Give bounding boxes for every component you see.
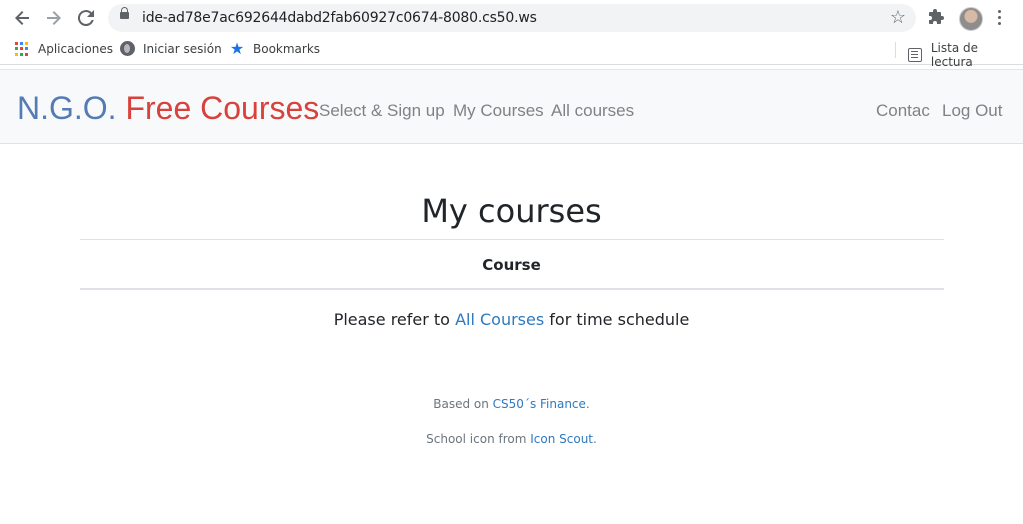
browser-toolbar: ide-ad78e7ac692644dabd2fab60927c0674-808… bbox=[0, 0, 1023, 36]
brand-ngo: N.G.O. bbox=[17, 90, 117, 126]
page-title: My courses bbox=[421, 192, 602, 230]
url-text: ide-ad78e7ac692644dabd2fab60927c0674-808… bbox=[142, 10, 537, 26]
cs50-finance-link[interactable]: CS50´s Finance bbox=[493, 397, 586, 411]
refer-suffix: for time schedule bbox=[549, 310, 690, 329]
footer-line1-prefix: Based on bbox=[433, 397, 489, 411]
bookmark-signin-label: Iniciar sesión bbox=[143, 41, 222, 56]
bookmarks-bar: Aplicaciones Iniciar sesión ★ Bookmarks … bbox=[0, 36, 1023, 69]
back-arrow-icon[interactable] bbox=[12, 8, 32, 28]
reading-list-label: Lista de lectura bbox=[930, 41, 979, 69]
reading-list-icon bbox=[907, 48, 922, 62]
bookmarks-divider bbox=[895, 42, 896, 58]
kebab-menu-icon[interactable] bbox=[998, 10, 1002, 26]
apps-grid-icon bbox=[14, 41, 30, 57]
puzzle-icon[interactable] bbox=[929, 9, 945, 25]
lock-icon bbox=[120, 7, 129, 19]
footer-line1-suffix: . bbox=[585, 397, 590, 411]
refer-prefix: Please refer to bbox=[333, 310, 450, 329]
navbar: N.G.O. Free Courses Select & Sign up My … bbox=[0, 69, 1023, 144]
globe-icon bbox=[120, 41, 135, 56]
nav-logout[interactable]: Log Out bbox=[942, 101, 1003, 121]
brand-logo[interactable]: N.G.O. Free Courses bbox=[17, 90, 319, 126]
table-header-border bbox=[80, 288, 944, 290]
star-icon[interactable]: ☆ bbox=[890, 7, 906, 28]
forward-arrow-icon[interactable] bbox=[44, 8, 64, 28]
footer-line2-prefix: School icon from bbox=[426, 432, 527, 446]
bookmark-bookmarks[interactable]: ★ Bookmarks bbox=[229, 41, 320, 57]
reload-icon[interactable] bbox=[76, 8, 96, 28]
table-top-border bbox=[80, 239, 944, 240]
brand-free-courses: Free Courses bbox=[125, 90, 320, 126]
nav-my-courses[interactable]: My Courses bbox=[453, 101, 544, 121]
nav-contact[interactable]: Contac bbox=[876, 101, 930, 121]
footer-credit-finance: Based on CS50´s Finance. bbox=[0, 397, 1023, 411]
all-courses-link[interactable]: All Courses bbox=[455, 310, 544, 329]
footer-line2-suffix: . bbox=[593, 432, 597, 446]
reading-list[interactable]: Lista de lectura bbox=[907, 41, 1023, 69]
bookmark-signin[interactable]: Iniciar sesión bbox=[120, 41, 222, 56]
nav-all-courses[interactable]: All courses bbox=[551, 101, 634, 121]
bookmark-apps-label: Aplicaciones bbox=[38, 42, 113, 56]
bookmark-apps[interactable]: Aplicaciones bbox=[14, 41, 113, 57]
bookmark-star-icon: ★ bbox=[229, 39, 245, 58]
icon-scout-link[interactable]: Icon Scout bbox=[530, 432, 593, 446]
bookmark-bookmarks-label: Bookmarks bbox=[253, 42, 321, 56]
address-bar[interactable]: ide-ad78e7ac692644dabd2fab60927c0674-808… bbox=[108, 4, 916, 32]
nav-select-signup[interactable]: Select & Sign up bbox=[319, 101, 445, 121]
refer-text: Please refer to All Courses for time sch… bbox=[0, 310, 1023, 329]
table-header-course: Course bbox=[482, 256, 541, 274]
footer-credit-icon: School icon from Icon Scout. bbox=[0, 432, 1023, 446]
profile-avatar[interactable] bbox=[959, 7, 983, 31]
